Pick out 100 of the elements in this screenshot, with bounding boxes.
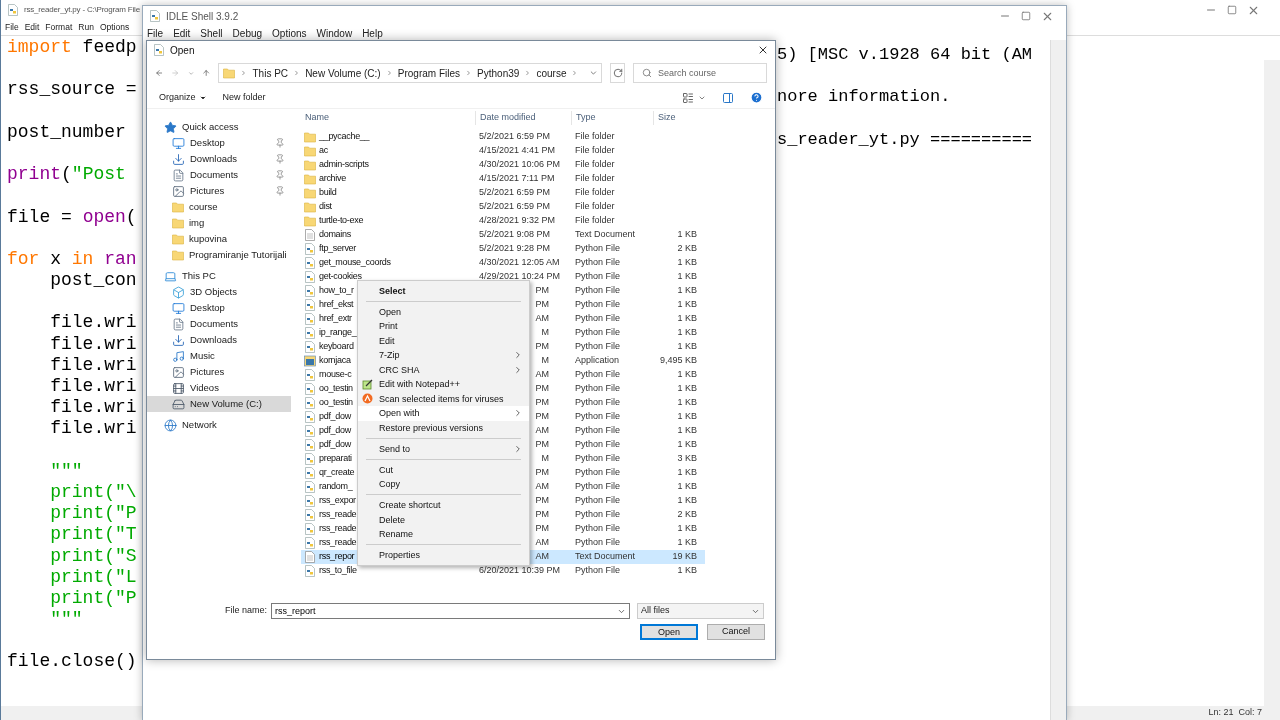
nav-item[interactable]: This PC — [147, 268, 291, 284]
nav-item[interactable]: Pictures — [147, 364, 291, 380]
file-name[interactable]: get-cookies — [319, 270, 362, 284]
nav-item[interactable]: Videos — [147, 380, 291, 396]
file-name[interactable]: keyboard — [319, 340, 354, 354]
file-name[interactable]: preparati — [319, 452, 352, 466]
nav-item[interactable]: Pictures — [147, 183, 291, 199]
file-name[interactable]: domains — [319, 228, 351, 242]
menu-item[interactable]: Shell — [200, 25, 223, 41]
file-name[interactable]: build — [319, 186, 337, 200]
file-name[interactable]: pdf_dow — [319, 438, 351, 452]
nav-item[interactable]: Programiranje Tutorijali — [147, 247, 291, 263]
menu-item[interactable]: File — [5, 21, 19, 34]
menu-item[interactable]: Edit — [358, 333, 529, 348]
menu-item[interactable]: Edit with Notepad++ — [358, 377, 529, 392]
file-name-field[interactable]: rss_report — [271, 603, 630, 619]
menu-header[interactable]: Select — [358, 283, 529, 298]
menu-item[interactable]: Window — [316, 25, 353, 41]
refresh-button[interactable] — [610, 63, 625, 83]
file-name[interactable]: ac — [319, 144, 328, 158]
nav-item[interactable]: Quick access — [147, 119, 291, 135]
file-name[interactable]: admin-scripts — [319, 158, 369, 172]
menu-item[interactable]: Edit — [24, 21, 40, 34]
menu-item[interactable]: Options — [99, 21, 130, 34]
column-header[interactable]: Date modified — [475, 111, 571, 125]
menu-item[interactable]: Properties — [358, 548, 529, 563]
file-name[interactable]: __pycache__ — [319, 130, 370, 144]
scrollbar[interactable] — [1050, 40, 1066, 720]
file-name[interactable]: ip_range_ — [319, 326, 357, 340]
nav-item[interactable]: Desktop — [147, 300, 291, 316]
breadcrumb-item[interactable]: Program Files — [397, 65, 461, 81]
dropdown-caret-icon[interactable] — [588, 68, 598, 78]
menu-item[interactable]: Rename — [358, 527, 529, 542]
file-name[interactable]: kornjaca — [319, 354, 351, 368]
breadcrumb-item[interactable]: course — [536, 65, 567, 81]
file-name-input[interactable]: rss_report — [275, 604, 617, 618]
menu-item[interactable]: Run — [78, 21, 94, 34]
file-name[interactable]: pdf_dow — [319, 410, 351, 424]
maximize-icon[interactable] — [1021, 11, 1031, 21]
up-icon[interactable] — [202, 67, 211, 79]
column-header[interactable]: Type — [571, 111, 653, 125]
menu-item[interactable]: Options — [272, 25, 307, 41]
help-icon[interactable] — [750, 91, 763, 104]
file-name[interactable]: rss_to_file — [319, 564, 357, 578]
file-name[interactable]: pdf_dow — [319, 424, 351, 438]
nav-item[interactable]: Network — [147, 417, 291, 433]
file-name[interactable]: href_ekst — [319, 298, 354, 312]
menu-item[interactable]: Edit — [173, 25, 191, 41]
dialog-button[interactable]: Cancel — [707, 624, 765, 640]
breadcrumb-item[interactable]: New Volume (C:) — [305, 65, 381, 81]
file-name[interactable]: rss_reade — [319, 536, 357, 550]
menu-item[interactable]: Debug — [232, 25, 263, 41]
menu-item[interactable]: Open with — [358, 406, 529, 421]
menu-item[interactable]: CRC SHA — [358, 362, 529, 377]
file-name[interactable]: turtle-to-exe — [319, 214, 364, 228]
search-field[interactable]: Search course — [633, 63, 767, 83]
file-name[interactable]: dist — [319, 200, 332, 214]
search-input[interactable]: Search course — [658, 64, 758, 82]
column-header[interactable]: Size — [653, 111, 701, 125]
nav-item[interactable]: Desktop — [147, 135, 291, 151]
nav-item[interactable]: 3D Objects — [147, 284, 291, 300]
new-folder-button[interactable]: New folder — [222, 90, 266, 105]
view-icon[interactable] — [682, 91, 694, 104]
file-name[interactable]: rss_reade — [319, 508, 357, 522]
file-name[interactable]: get_mouse_coords — [319, 256, 391, 270]
menu-item[interactable]: Copy — [358, 477, 529, 492]
nav-item[interactable]: Music — [147, 348, 291, 364]
menu-item[interactable]: Open — [358, 304, 529, 319]
menu-item[interactable]: File — [147, 25, 164, 41]
file-name[interactable]: oo_testin — [319, 396, 353, 410]
file-name[interactable]: random_ — [319, 480, 353, 494]
menu-item[interactable]: Create shortcut — [358, 498, 529, 513]
organize-button[interactable]: Organize — [159, 90, 207, 105]
file-name[interactable]: ftp_server — [319, 242, 357, 256]
menu-item[interactable]: Delete — [358, 512, 529, 527]
menu-item[interactable]: Help — [362, 25, 383, 41]
nav-item[interactable]: Downloads — [147, 332, 291, 348]
close-icon[interactable] — [757, 44, 769, 56]
file-name[interactable]: how_to_r — [319, 284, 354, 298]
nav-item[interactable]: course — [147, 199, 291, 215]
address-bar[interactable]: This PC New Volume (C:) Program Files Python39 course — [218, 63, 603, 83]
menu-item[interactable]: Cut — [358, 462, 529, 477]
menu-item[interactable]: 7-Zip — [358, 348, 529, 363]
nav-item[interactable]: Documents — [147, 167, 291, 183]
file-name[interactable]: rss_repor — [319, 550, 355, 564]
nav-item[interactable]: kupovina — [147, 231, 291, 247]
menu-item[interactable]: Scan selected items for viruses — [358, 391, 529, 406]
nav-item[interactable]: Downloads — [147, 151, 291, 167]
file-name[interactable]: qr_create — [319, 466, 355, 480]
breadcrumb-item[interactable]: This PC — [252, 65, 289, 81]
nav-item[interactable]: Documents — [147, 316, 291, 332]
menu-item[interactable]: Format — [45, 21, 73, 34]
file-name[interactable]: href_extr — [319, 312, 352, 326]
nav-item[interactable]: img — [147, 215, 291, 231]
file-name[interactable]: rss_expor — [319, 494, 356, 508]
column-header[interactable]: Name — [301, 111, 475, 125]
file-name[interactable]: rss_reade — [319, 522, 357, 536]
breadcrumb-item[interactable]: Python39 — [477, 65, 520, 81]
file-name[interactable]: mouse-c — [319, 368, 352, 382]
menu-item[interactable]: Send to — [358, 441, 529, 456]
